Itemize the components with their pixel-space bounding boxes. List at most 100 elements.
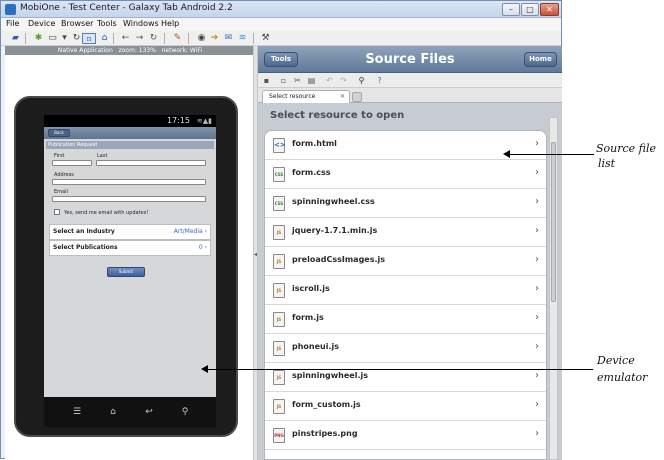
menu-browser[interactable]: Browser xyxy=(61,19,93,28)
source-files-header: Tools Source Files Home xyxy=(258,46,562,73)
list-item[interactable]: JS preloadCssImages.js › xyxy=(265,247,546,276)
folder-icon[interactable]: ▰ xyxy=(10,33,21,44)
window-title: MobiOne - Test Center - Galaxy Tab Andro… xyxy=(20,3,233,13)
export-icon[interactable]: ➔ xyxy=(209,33,220,44)
menu-icon[interactable]: ☰ xyxy=(70,406,84,418)
menu-file[interactable]: File xyxy=(6,19,19,28)
device-clock: 17:15 xyxy=(166,116,190,125)
zoom-fit-icon[interactable]: ⊡ xyxy=(82,33,96,44)
device-screen[interactable]: 17:15 ≋▲▮ Back Publication Request First… xyxy=(44,115,216,397)
callout-arrowhead-device xyxy=(201,365,208,373)
chevron-right-icon: › xyxy=(535,196,539,207)
first-name-field[interactable] xyxy=(52,160,92,166)
menu-tools[interactable]: Tools xyxy=(97,19,117,28)
chevron-right-icon: › xyxy=(535,428,539,439)
device-status-strip: Native Application zoom: 133% network: W… xyxy=(5,46,255,55)
file-name: form_custom.js xyxy=(292,400,361,409)
list-item[interactable]: CSS form.css › xyxy=(265,160,546,189)
edit-icon[interactable]: ✎ xyxy=(172,33,183,44)
png-file-icon: PNG xyxy=(273,428,285,443)
redo-icon[interactable]: ↷ xyxy=(338,75,349,86)
list-item[interactable]: PNG pinstripes.png › xyxy=(265,421,546,450)
menu-windows[interactable]: Windows xyxy=(123,19,159,28)
close-tab-icon[interactable]: ✕ xyxy=(340,91,345,103)
tab-select-resource-label: Select resource xyxy=(269,93,316,100)
home-button[interactable]: Home xyxy=(524,52,557,67)
menu-device[interactable]: Device xyxy=(28,19,55,28)
new-file-icon[interactable]: ▫ xyxy=(278,75,289,86)
cut-icon[interactable]: ✂ xyxy=(292,75,303,86)
email-label: Email xyxy=(54,189,68,195)
toolbar-separator xyxy=(164,33,165,44)
back-arrow-icon[interactable]: ← xyxy=(120,33,131,44)
file-name: form.html xyxy=(292,139,337,148)
list-item[interactable]: JS form.js › xyxy=(265,305,546,334)
help-icon[interactable]: ? xyxy=(374,75,385,86)
menu-help[interactable]: Help xyxy=(161,19,179,28)
list-item[interactable]: JS form_custom.js › xyxy=(265,392,546,421)
wrench-icon[interactable]: ⚒ xyxy=(260,33,271,44)
new-tab-icon[interactable] xyxy=(352,92,362,102)
forward-arrow-icon[interactable]: → xyxy=(134,33,145,44)
tools-button[interactable]: Tools xyxy=(264,52,298,67)
maximize-button[interactable]: □ xyxy=(521,3,539,16)
chevron-right-icon: › xyxy=(535,370,539,381)
undo-icon[interactable]: ↶ xyxy=(324,75,335,86)
file-name: form.js xyxy=(292,313,324,322)
chevron-down-icon[interactable]: ▾ xyxy=(59,33,70,44)
css-file-icon: CSS xyxy=(273,196,285,211)
paste-icon[interactable]: ▤ xyxy=(306,75,317,86)
list-item[interactable]: JS spinningwheel.js › xyxy=(265,363,546,392)
mail-icon[interactable]: ✉ xyxy=(223,33,234,44)
save-icon[interactable]: ▪ xyxy=(261,75,272,86)
chevron-right-icon: › xyxy=(535,312,539,323)
wifi-icon[interactable]: ≋ xyxy=(237,33,248,44)
select-industry-row[interactable]: Select an Industry Art/Media › xyxy=(49,224,211,240)
updates-checkbox[interactable] xyxy=(54,209,60,215)
list-item[interactable]: CSS spinningwheel.css › xyxy=(265,189,546,218)
callout-line-source-list xyxy=(508,154,594,155)
app-icon xyxy=(5,4,16,15)
device-app-header: Back xyxy=(44,127,216,139)
display-icon[interactable]: ▭ xyxy=(47,33,58,44)
address-field[interactable] xyxy=(52,179,206,185)
search-icon[interactable]: ⚲ xyxy=(178,406,192,418)
scrollbar-thumb[interactable] xyxy=(551,142,556,302)
resource-heading: Select resource to open xyxy=(270,110,405,121)
rotate-icon[interactable]: ↻ xyxy=(71,33,82,44)
device-emulator-callout-line2: emulator xyxy=(597,371,648,384)
js-file-icon: JS xyxy=(273,225,285,240)
collapse-arrow-icon[interactable]: ◂ xyxy=(254,251,257,258)
list-item[interactable]: JS phoneui.js › xyxy=(265,334,546,363)
chevron-right-icon: › xyxy=(535,167,539,178)
android-icon[interactable]: ✱ xyxy=(33,33,44,44)
select-publications-row[interactable]: Select Publications 0 › xyxy=(49,240,211,256)
list-item[interactable]: JS jquery-1.7.1.min.js › xyxy=(265,218,546,247)
refresh-icon[interactable]: ↻ xyxy=(148,33,159,44)
submit-button[interactable]: Submit xyxy=(107,267,145,277)
list-item[interactable]: JS iscroll.js › xyxy=(265,276,546,305)
device-back-button[interactable]: Back xyxy=(48,129,70,137)
home-icon[interactable]: ⌂ xyxy=(99,33,110,44)
email-field[interactable] xyxy=(52,196,206,202)
home-icon[interactable]: ⌂ xyxy=(106,406,120,418)
html-file-icon: <> xyxy=(273,138,286,153)
source-file-list-callout-line2: list xyxy=(598,157,616,170)
minimize-button[interactable]: – xyxy=(502,3,520,16)
android-status-bar: 17:15 ≋▲▮ xyxy=(44,115,216,127)
chevron-right-icon: › xyxy=(535,399,539,410)
js-file-icon: JS xyxy=(273,254,285,269)
close-button[interactable]: ✕ xyxy=(540,3,559,16)
main-toolbar: ▰ ✱ ▭ ▾ ↻ ⊡ ⌂ ← → ↻ ✎ ◉ ➔ ✉ ≋ ⚒ xyxy=(1,31,561,46)
find-icon[interactable]: ⚲ xyxy=(356,75,367,86)
source-files-panel: Tools Source Files Home ▪ ▫ ✂ ▤ ↶ ↷ ⚲ ? … xyxy=(258,46,562,460)
select-industry-value: Art/Media › xyxy=(173,228,207,235)
js-file-icon: JS xyxy=(273,370,285,385)
last-name-label: Last xyxy=(97,153,108,159)
source-file-list: <> form.html › CSS form.css › CSS spinningwheel… xyxy=(264,130,547,460)
vertical-scrollbar[interactable] xyxy=(549,117,558,460)
back-icon[interactable]: ↩ xyxy=(142,406,156,418)
tab-select-resource[interactable]: Select resource ✕ xyxy=(262,90,350,103)
camera-icon[interactable]: ◉ xyxy=(196,33,207,44)
last-name-field[interactable] xyxy=(96,160,206,166)
